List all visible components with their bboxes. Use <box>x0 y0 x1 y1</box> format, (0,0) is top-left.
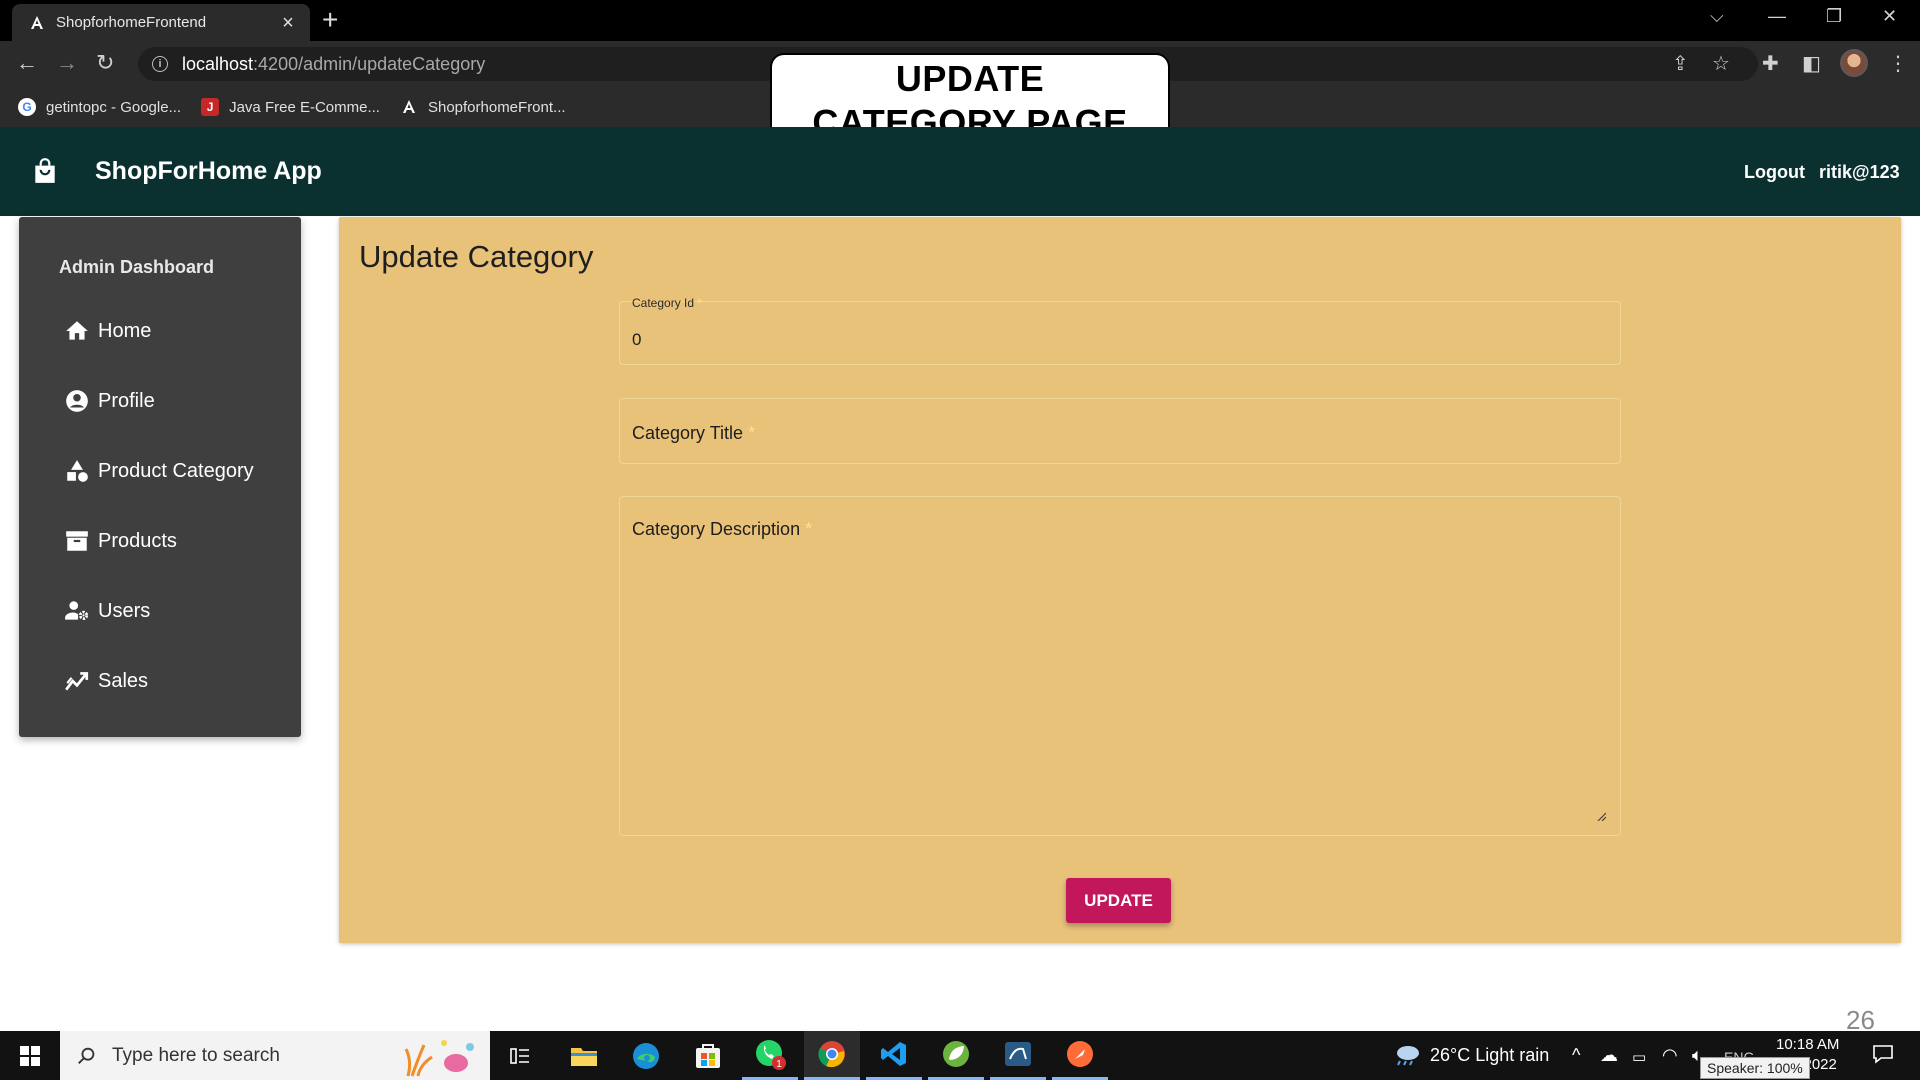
sidebar-item-label: Profile <box>98 389 155 412</box>
svg-text:1: 1 <box>776 1059 782 1070</box>
tab-search-icon[interactable]: ⌵ <box>1710 6 1724 27</box>
sidebar-item-users[interactable]: Users <box>64 591 150 631</box>
browser-tab[interactable]: ShopforhomeFrontend × <box>12 4 310 41</box>
category-description-textarea[interactable]: Category Description * <box>619 496 1621 836</box>
search-icon <box>78 1047 95 1064</box>
sidebar-item-label: Products <box>98 529 177 552</box>
new-tab-icon[interactable]: + <box>322 6 338 34</box>
mysql-workbench-icon[interactable] <box>990 1031 1046 1080</box>
url-path: :4200/admin/updateCategory <box>253 53 486 74</box>
wifi-icon[interactable]: ◠ <box>1662 1045 1678 1066</box>
category-id-field[interactable]: Category Id * 0 <box>619 296 1621 365</box>
sidebar-title: Admin Dashboard <box>59 257 215 277</box>
taskbar-search-box[interactable]: Type here to search <box>60 1031 490 1080</box>
category-title-field[interactable]: Category Title * <box>619 398 1621 464</box>
category-id-value: 0 <box>632 330 642 349</box>
manage-accounts-icon <box>65 601 89 620</box>
vscode-icon[interactable] <box>866 1031 922 1080</box>
inventory-icon <box>66 531 88 551</box>
site-logo-icon: J <box>201 98 220 116</box>
trending-up-icon <box>65 672 89 691</box>
postman-icon[interactable] <box>1052 1031 1108 1080</box>
category-title-label: Category Title * <box>632 423 756 443</box>
category-id-label: Category Id * <box>632 296 703 310</box>
forward-icon[interactable]: → <box>56 51 78 75</box>
logout-link[interactable]: Logout <box>1744 162 1805 183</box>
search-placeholder: Type here to search <box>112 1044 280 1066</box>
onedrive-icon[interactable]: ☁ <box>1600 1045 1618 1066</box>
bookmark-item[interactable]: ShopforhomeFront... <box>400 98 566 116</box>
sidebar-item-label: Sales <box>98 669 149 692</box>
sidebar-item-home[interactable]: Home <box>64 311 151 351</box>
tab-title: ShopforhomeFrontend <box>56 14 207 31</box>
close-window-icon[interactable]: ✕ <box>1882 6 1897 27</box>
url-host: localhost <box>182 53 254 74</box>
file-explorer-icon[interactable] <box>556 1031 612 1080</box>
back-icon[interactable]: ← <box>16 51 38 75</box>
volume-tooltip: Speaker: 100% <box>1700 1057 1810 1079</box>
weather-rain-icon <box>1397 1046 1419 1066</box>
browser-menu-icon[interactable]: ⋮ <box>1888 51 1908 76</box>
update-button[interactable]: UPDATE <box>1066 878 1171 923</box>
microsoft-store-icon[interactable] <box>680 1031 736 1080</box>
clock-time: 10:18 AM <box>1776 1036 1840 1053</box>
bookmark-star-icon[interactable]: ☆ <box>1712 51 1730 76</box>
tab-close-icon[interactable]: × <box>278 13 298 33</box>
sidebar-item-label: Home <box>98 319 152 342</box>
page-title: Update Category <box>359 239 594 274</box>
reload-icon[interactable]: ↻ <box>96 51 114 75</box>
admin-sidebar: Admin Dashboard Home Profile Product Cat… <box>19 217 301 737</box>
caption-line-1: UPDATE <box>895 58 1045 99</box>
sidebar-item-sales[interactable]: Sales <box>64 661 148 701</box>
bookmark-label: getintopc - Google... <box>46 98 182 116</box>
sidebar-item-label: Product Category <box>98 459 254 482</box>
bookmark-label: Java Free E-Comme... <box>229 98 380 116</box>
spring-tools-icon[interactable] <box>928 1031 984 1080</box>
site-info-icon[interactable]: i <box>152 56 168 72</box>
restore-icon[interactable]: ❐ <box>1826 6 1842 27</box>
category-description-label: Category Description * <box>632 519 813 539</box>
bookmark-label: ShopforhomeFront... <box>427 98 566 116</box>
update-category-card: Update Category Category Id * 0 Category… <box>339 217 1901 943</box>
app-header: ShopForHome App Logout ritik@123 <box>0 127 1920 216</box>
browser-tab-strip: ShopforhomeFrontend × + ⌵ — ❐ ✕ <box>0 0 1920 41</box>
notifications-icon[interactable] <box>1872 1043 1894 1070</box>
sidebar-item-products[interactable]: Products <box>64 521 177 561</box>
chrome-browser-icon[interactable] <box>804 1031 860 1080</box>
show-hidden-icons-icon[interactable]: ^ <box>1572 1045 1580 1066</box>
minimize-icon[interactable]: — <box>1768 6 1786 27</box>
task-view-icon[interactable] <box>492 1031 548 1080</box>
side-panel-icon[interactable]: ◧ <box>1802 51 1821 76</box>
google-icon: G <box>18 98 36 116</box>
category-icon <box>67 460 88 482</box>
account-circle-icon <box>66 390 88 412</box>
resize-handle-icon[interactable] <box>1596 811 1606 821</box>
share-icon[interactable]: ⇪ <box>1672 51 1689 76</box>
angular-favicon-icon <box>400 98 418 116</box>
brand-title[interactable]: ShopForHome App <box>95 157 322 186</box>
windows-start-icon[interactable] <box>20 1046 40 1066</box>
coral-reef-icon <box>404 1040 474 1077</box>
profile-avatar[interactable] <box>1840 49 1868 77</box>
whatsapp-icon[interactable]: 1 <box>742 1031 798 1080</box>
extensions-icon[interactable]: ✚ <box>1762 51 1779 76</box>
battery-icon[interactable]: ▭ <box>1632 1048 1646 1066</box>
weather-text[interactable]: 26°C Light rain <box>1430 1045 1549 1066</box>
sidebar-item-label: Users <box>98 599 151 622</box>
bookmark-item[interactable]: J Java Free E-Comme... <box>201 98 380 116</box>
windows-taskbar: Type here to search 1 26°C Light rain ^ … <box>0 1031 1920 1080</box>
user-link[interactable]: ritik@123 <box>1819 162 1900 183</box>
home-icon <box>66 321 88 340</box>
sidebar-item-profile[interactable]: Profile <box>64 381 155 421</box>
edge-browser-icon[interactable] <box>618 1031 674 1080</box>
sidebar-item-product-category[interactable]: Product Category <box>64 451 254 491</box>
angular-favicon-icon <box>28 14 46 32</box>
shopping-bag-icon[interactable] <box>32 157 58 185</box>
bookmark-item[interactable]: G getintopc - Google... <box>18 98 181 116</box>
